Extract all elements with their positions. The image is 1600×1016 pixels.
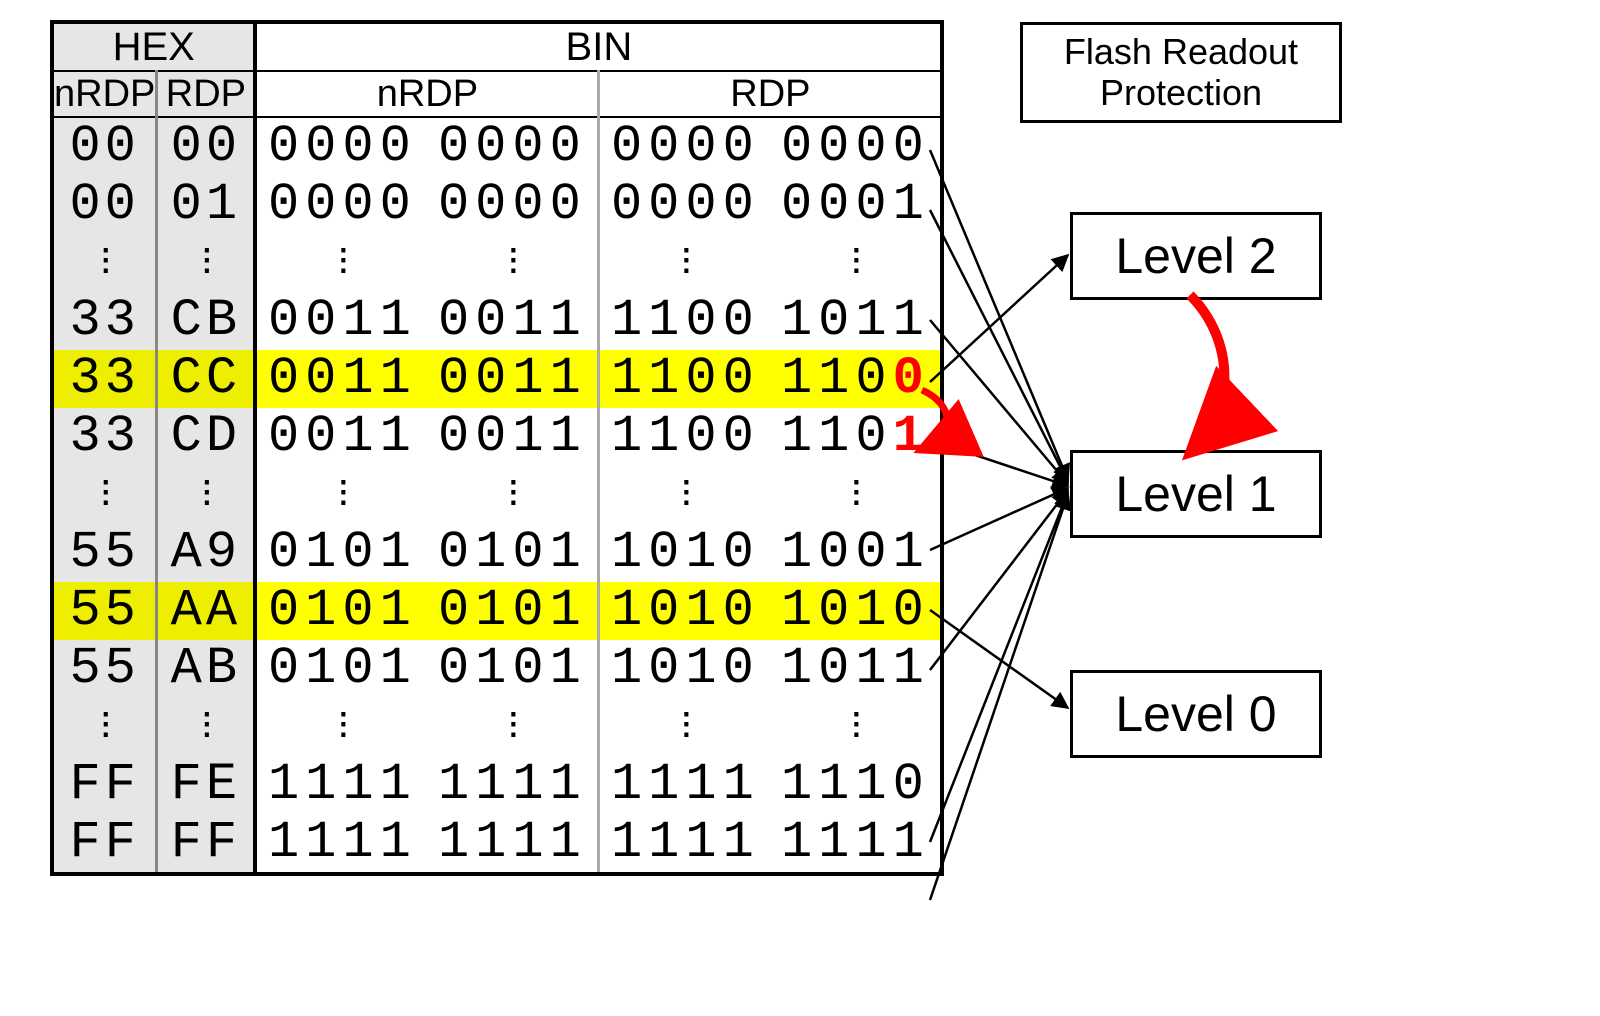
table-row: FFFF1111111111111111 xyxy=(52,814,942,874)
table-row: 55AA0101010110101010 xyxy=(52,582,942,640)
header-bin-rdp: RDP xyxy=(599,71,943,117)
level-0-box: Level 0 xyxy=(1070,670,1322,758)
header-hex-rdp: RDP xyxy=(157,71,256,117)
table-row: ⋮⋮⋮⋮⋮⋮ xyxy=(52,466,942,524)
header-bin: BIN xyxy=(255,22,942,71)
header-hex-nrdp: nRDP xyxy=(52,71,157,117)
red-arrow-level2-to-level1 xyxy=(1190,295,1224,448)
table-row: 33CD0011001111001101 xyxy=(52,408,942,466)
diagram-root: HEX BIN nRDP RDP nRDP RDP 00000000000000… xyxy=(20,20,1580,996)
table-row: FFFE1111111111111110 xyxy=(52,756,942,814)
table-row: 00000000000000000000 xyxy=(52,117,942,176)
rdp-table: HEX BIN nRDP RDP nRDP RDP 00000000000000… xyxy=(50,20,944,876)
black-arrows xyxy=(930,150,1068,900)
header-hex: HEX xyxy=(52,22,255,71)
table-row: ⋮⋮⋮⋮⋮⋮ xyxy=(52,698,942,756)
table-row: 00010000000000000001 xyxy=(52,176,942,234)
title-box: Flash Readout Protection xyxy=(1020,22,1342,123)
table-body: 0000000000000000000000010000000000000001… xyxy=(52,117,942,874)
level-2-box: Level 2 xyxy=(1070,212,1322,300)
table-row: 55AB0101010110101011 xyxy=(52,640,942,698)
header-bin-nrdp: nRDP xyxy=(255,71,599,117)
table-row: 33CB0011001111001011 xyxy=(52,292,942,350)
table-row: 55A90101010110101001 xyxy=(52,524,942,582)
table-row: ⋮⋮⋮⋮⋮⋮ xyxy=(52,234,942,292)
level-1-box: Level 1 xyxy=(1070,450,1322,538)
table-row: 33CC0011001111001100 xyxy=(52,350,942,408)
